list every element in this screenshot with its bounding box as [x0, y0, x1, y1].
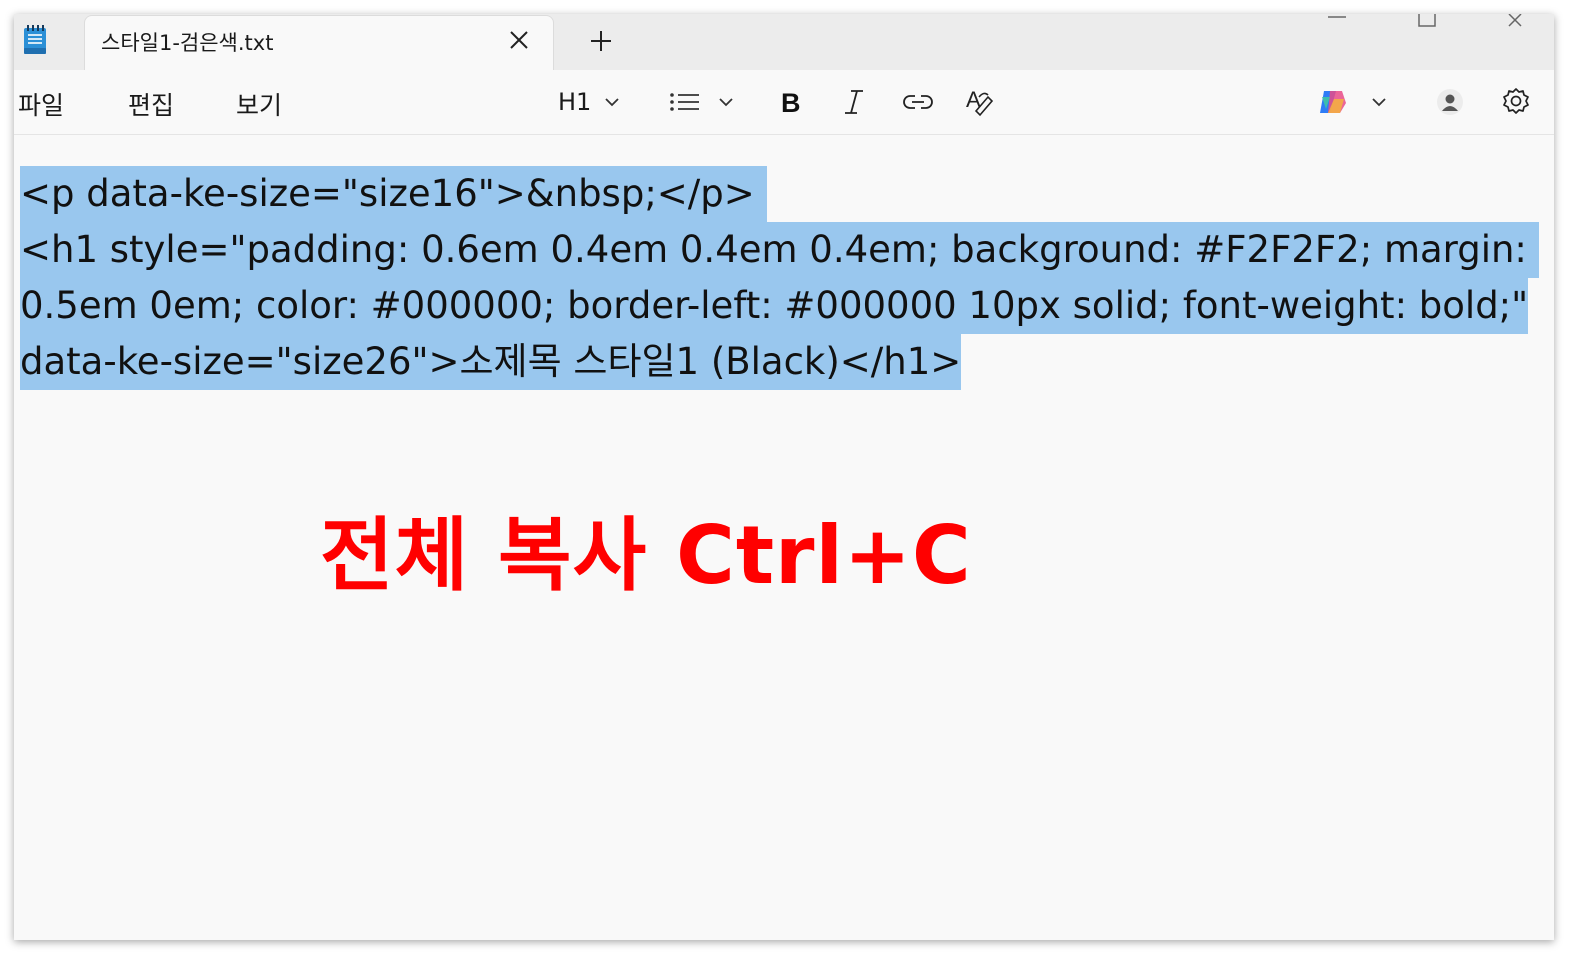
- bold-icon: B: [781, 88, 801, 116]
- copy-all-annotation: 전체 복사 Ctrl+C: [320, 509, 972, 602]
- copilot-icon: [1320, 91, 1346, 113]
- maximize-icon[interactable]: [1414, 14, 1440, 30]
- notepad-app-icon: [22, 24, 50, 56]
- chevron-down-icon: [1372, 98, 1386, 107]
- heading-dropdown[interactable]: H1: [558, 84, 621, 120]
- new-tab-icon[interactable]: [588, 28, 614, 54]
- close-tab-icon[interactable]: [507, 28, 531, 52]
- minimize-icon[interactable]: [1324, 14, 1350, 30]
- bold-button[interactable]: B: [778, 84, 802, 120]
- notepad-window: 스타일1-검은색.txt 파일 편집 보기 H1 B A <p data-ke-…: [14, 14, 1554, 940]
- text-line-2: <h1 style="padding: 0.6em 0.4em 0.4em 0.…: [20, 222, 1539, 278]
- menu-edit[interactable]: 편집: [128, 86, 174, 122]
- text-line-1: <p data-ke-size="size16">&nbsp;</p>: [20, 166, 767, 222]
- heading-label: H1: [558, 88, 592, 116]
- close-window-icon[interactable]: [1504, 14, 1530, 30]
- link-icon: [903, 95, 933, 109]
- spellcheck-button[interactable]: A: [966, 84, 998, 120]
- copilot-dropdown[interactable]: [1316, 84, 1388, 120]
- menu-file[interactable]: 파일: [18, 86, 64, 122]
- italic-icon: [845, 90, 863, 114]
- settings-icon: [1503, 88, 1529, 114]
- svg-text:B: B: [781, 88, 801, 116]
- chevron-down-icon: [719, 98, 733, 107]
- title-bar: 스타일1-검은색.txt: [14, 14, 1554, 70]
- document-tab[interactable]: 스타일1-검은색.txt: [84, 15, 554, 70]
- menu-view[interactable]: 보기: [236, 86, 282, 122]
- text-line-3: 0.5em 0em; color: #000000; border-left: …: [20, 278, 1529, 334]
- chevron-down-icon: [605, 98, 619, 107]
- list-dropdown[interactable]: [669, 84, 735, 120]
- tab-title: 스타일1-검은색.txt: [101, 31, 274, 55]
- text-editor[interactable]: <p data-ke-size="size16">&nbsp;</p> <h1 …: [14, 135, 1554, 940]
- link-button[interactable]: [902, 84, 934, 120]
- menu-bar: 파일 편집 보기 H1 B A: [14, 70, 1554, 135]
- account-icon: [1437, 89, 1463, 115]
- spellcheck-icon: A: [966, 87, 994, 117]
- account-button[interactable]: [1436, 84, 1464, 120]
- settings-button[interactable]: [1500, 84, 1532, 120]
- text-line-4: data-ke-size="size26">소제목 스타일1 (Black)</…: [20, 334, 962, 390]
- list-icon: [670, 93, 699, 111]
- italic-button[interactable]: [842, 84, 866, 120]
